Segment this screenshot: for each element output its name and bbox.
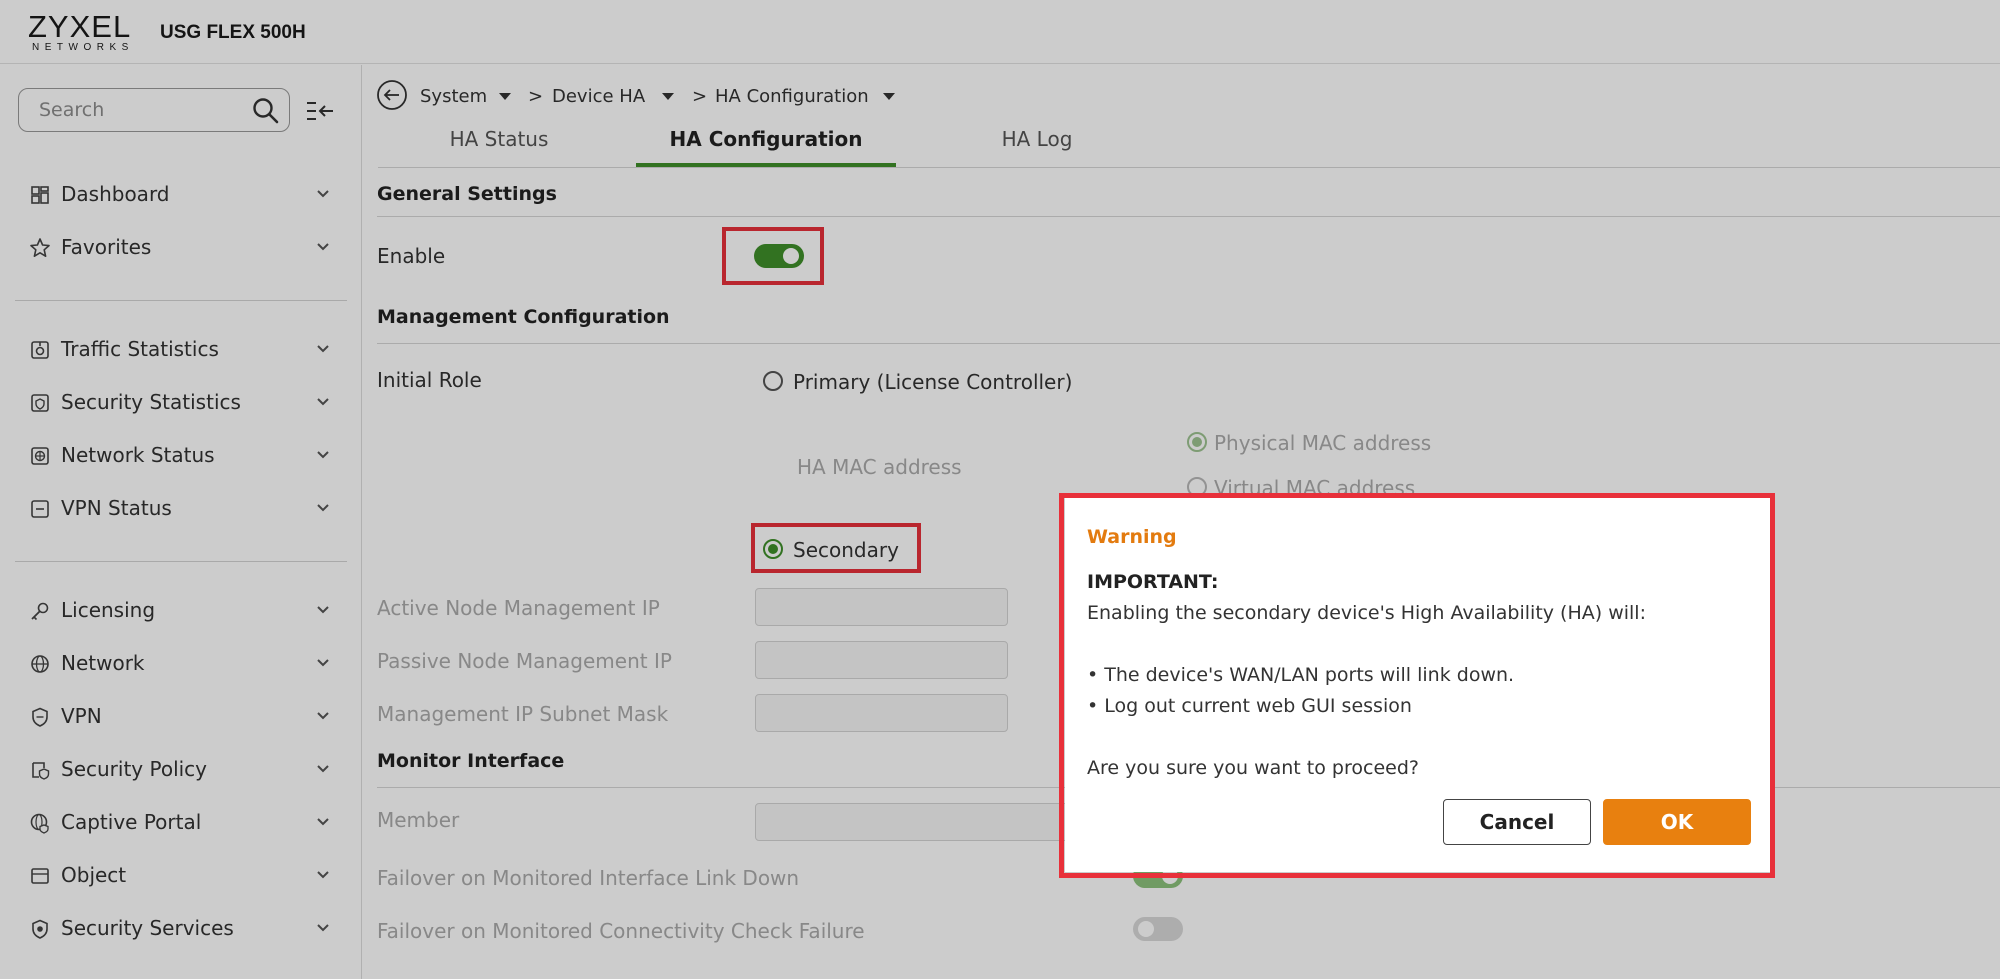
dialog-highlight xyxy=(1059,493,1775,878)
